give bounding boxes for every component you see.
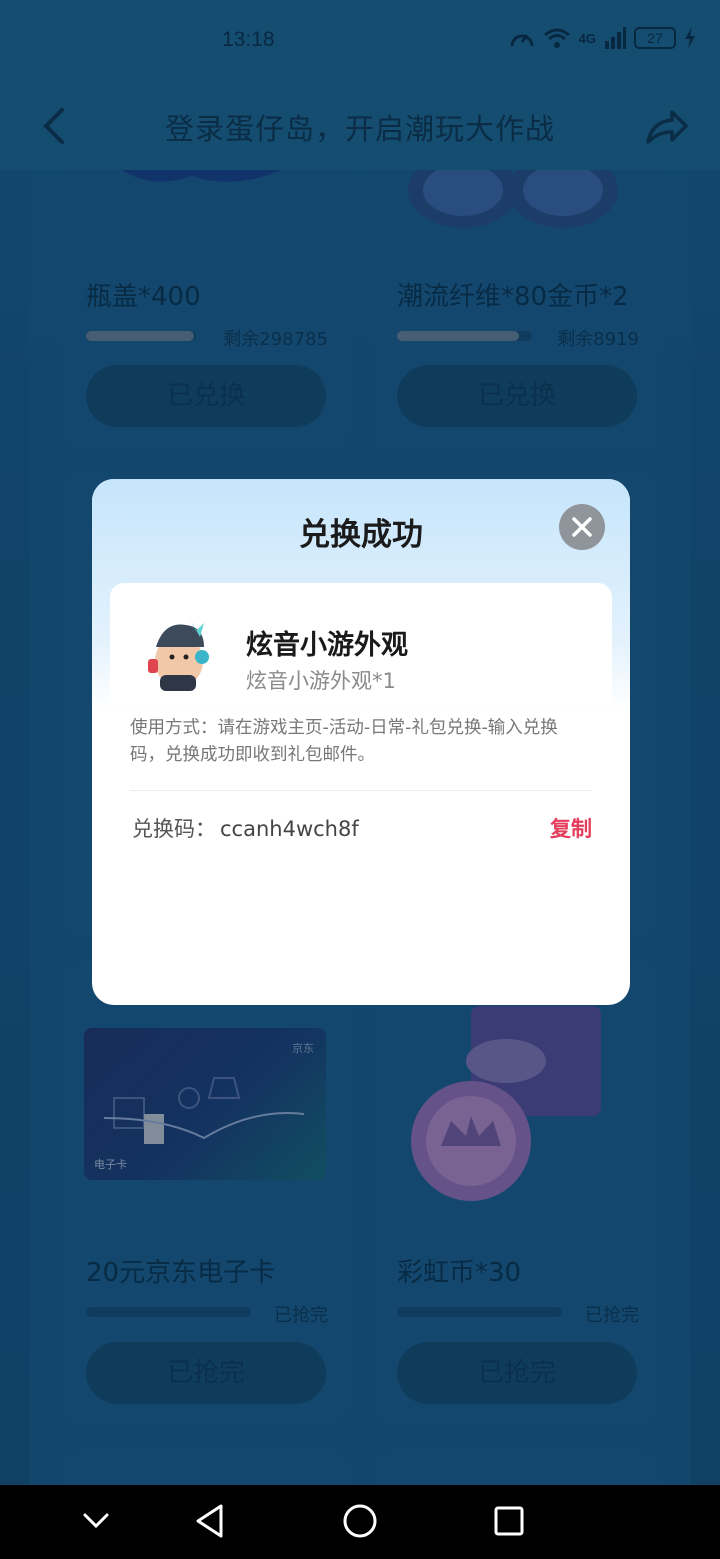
usage-instructions: 使用方式：请在游戏主页-活动-日常-礼包兑换-输入兑换码，兑换成功即收到礼包邮件…: [130, 718, 558, 765]
chevron-down-icon[interactable]: [82, 1511, 110, 1531]
prize-avatar: [148, 619, 209, 691]
code-value[interactable]: ccanh4wch8f: [220, 817, 359, 841]
dialog-title: 兑换成功: [299, 517, 423, 553]
nav-recents-icon[interactable]: [493, 1505, 525, 1537]
prize-info: 炫音小游外观 炫音小游外观*1: [110, 583, 612, 703]
redeem-success-dialog: 兑换成功 炫音小游外观 炫音小游外观*1 使用方式：请在游戏主页-活动-日常-礼…: [92, 479, 630, 1005]
redeem-code-row: 兑换码： ccanh4wch8f 复制: [132, 813, 592, 843]
prize-name: 炫音小游外观: [246, 630, 408, 661]
nav-back-icon[interactable]: [194, 1503, 226, 1539]
close-button[interactable]: [559, 504, 605, 550]
prize-quantity: 炫音小游外观*1: [246, 669, 396, 693]
close-icon: [572, 517, 592, 537]
code-label: 兑换码：: [132, 817, 216, 841]
system-nav-bar: [0, 1485, 720, 1559]
nav-home-icon[interactable]: [342, 1503, 378, 1539]
copy-button[interactable]: 复制: [550, 813, 592, 843]
divider: [130, 790, 592, 791]
